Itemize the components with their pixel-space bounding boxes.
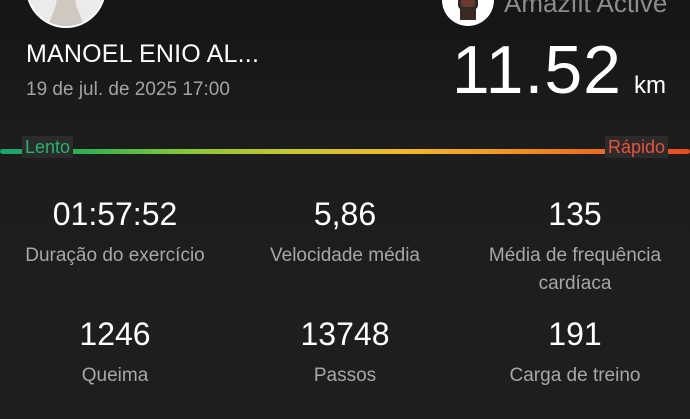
stat-label: Carga de treino: [509, 365, 641, 386]
stat-label: Duração do exercício: [25, 245, 205, 266]
stat-value: 135: [548, 196, 602, 232]
stat-label: Média de frequência cardíaca: [488, 245, 662, 294]
stat-value: 5,86: [313, 196, 377, 232]
stat-value: 01:57:52: [52, 196, 178, 232]
user-name: MANOEL ENIO AL...: [26, 40, 260, 68]
stat-steps: 13748 Passos: [230, 318, 460, 390]
smartwatch-icon: [442, 0, 494, 26]
stat-average-heart-rate: 135 Média de frequência cardíaca: [460, 198, 690, 298]
distance-unit: km: [634, 72, 666, 99]
pace-slow-label: Lento: [22, 136, 74, 158]
workout-summary-screen: Amazfit Active MANOEL ENIO AL... 19 de j…: [0, 0, 690, 419]
stat-duration: 01:57:52 Duração do exercício: [0, 198, 230, 270]
stat-value: 13748: [300, 316, 390, 352]
user-photo: [28, 0, 104, 26]
pace-gradient-bar: [0, 149, 690, 154]
distance-value: 11.52: [451, 32, 622, 108]
avatar[interactable]: [26, 0, 106, 28]
stat-value: 1246: [79, 316, 151, 352]
workout-date: 19 de jul. de 2025 17:00: [26, 79, 230, 100]
stat-label: Velocidade média: [270, 245, 420, 266]
device-name: Amazfit Active: [504, 0, 668, 18]
stat-training-load: 191 Carga de treino: [460, 318, 690, 390]
stat-label: Queima: [81, 365, 149, 386]
device-badge[interactable]: Amazfit Active: [442, 0, 668, 26]
stat-average-speed: 5,86 Velocidade média: [230, 198, 460, 270]
pace-fast-label: Rápido: [604, 136, 668, 158]
distance: 11.52 km: [452, 36, 666, 104]
stat-calories: 1246 Queima: [0, 318, 230, 390]
stat-label: Passos: [313, 365, 377, 386]
stat-value: 191: [548, 316, 602, 352]
